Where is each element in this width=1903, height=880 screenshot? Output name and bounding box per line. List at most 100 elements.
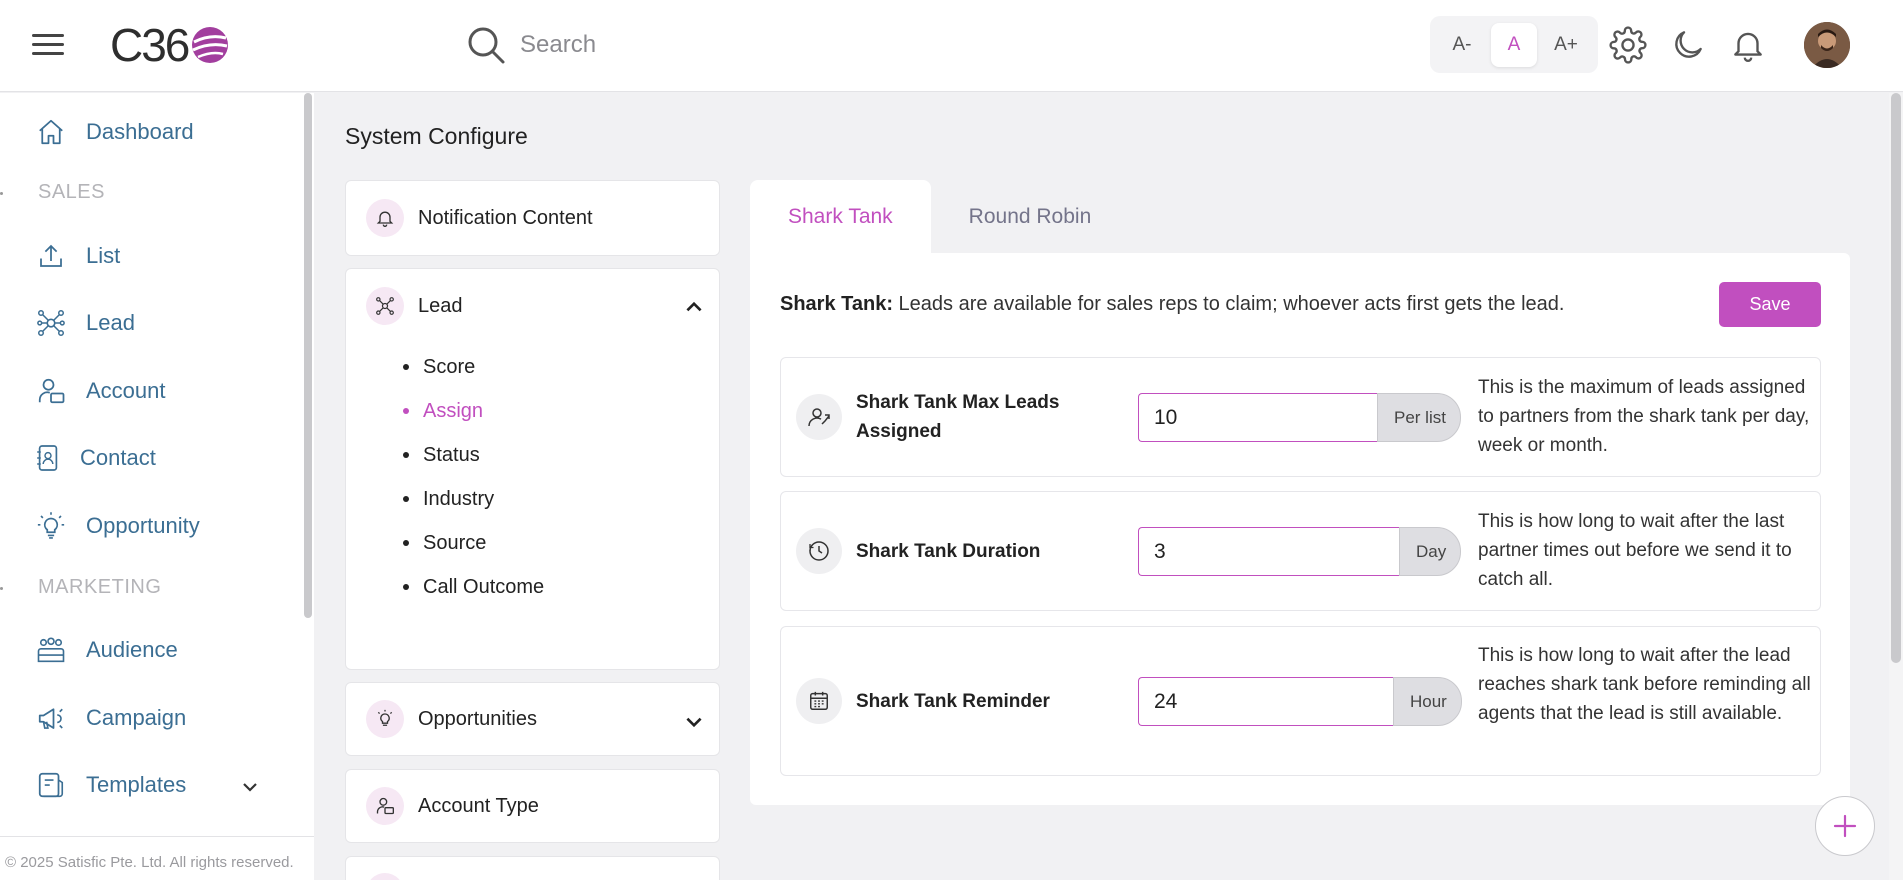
save-button[interactable]: Save <box>1719 282 1821 327</box>
network-icon <box>366 287 404 325</box>
footer-copyright: © 2025 Satisfic Pte. Ltd. All rights res… <box>0 836 314 880</box>
sidebar-item-label: Contact <box>80 445 156 470</box>
sidebar-item-label: Opportunity <box>86 513 200 538</box>
upload-icon <box>36 241 66 271</box>
setting-input-group: Per list <box>1138 393 1461 442</box>
tab-shark-tank[interactable]: Shark Tank <box>750 180 931 254</box>
scrollbar-thumb[interactable] <box>1891 93 1901 663</box>
sidebar-item-dashboard[interactable]: Dashboard <box>36 112 194 152</box>
lead-subitem-status[interactable]: Status <box>403 433 719 477</box>
user-card-icon <box>36 376 66 406</box>
lead-subitem-assign[interactable]: Assign <box>403 389 719 433</box>
moon-icon[interactable] <box>1669 26 1707 64</box>
config-label: Account Type <box>418 794 539 817</box>
template-icon <box>36 770 66 800</box>
unit-label: Day <box>1399 527 1462 576</box>
sidebar-item-label: Campaign <box>86 705 187 730</box>
shark-tank-panel: Shark Tank: Leads are available for sale… <box>750 253 1850 805</box>
chevron-down-icon[interactable] <box>683 711 705 733</box>
sidebar-item-label: Lead <box>86 310 135 335</box>
lead-subitem-source[interactable]: Source <box>403 521 719 565</box>
lead-subitem-score[interactable]: Score <box>403 345 719 389</box>
page-title: System Configure <box>345 123 528 149</box>
chevron-up-icon[interactable] <box>683 296 705 318</box>
font-default-button[interactable]: A <box>1491 22 1537 67</box>
setting-label: Shark Tank Reminder <box>856 691 1050 712</box>
config-lead-header[interactable]: Lead <box>346 269 719 343</box>
config-lead: Lead Score Assign Status Industry Source… <box>345 268 720 670</box>
description-text: Leads are available for sales reps to cl… <box>893 293 1565 315</box>
font-size-switcher: A- A A+ <box>1430 16 1598 73</box>
sidebar-item-campaign[interactable]: Campaign <box>36 698 186 738</box>
lead-submenu: Score Assign Status Industry Source Call… <box>346 343 719 609</box>
section-marketing: MARKETING <box>38 576 162 598</box>
chevron-down-icon[interactable] <box>240 777 260 797</box>
setting-input-group: Day <box>1138 527 1462 576</box>
description-title: Shark Tank: <box>780 293 893 315</box>
section-dot <box>0 587 3 590</box>
bell-icon[interactable] <box>1729 26 1767 64</box>
add-button[interactable] <box>1815 796 1875 856</box>
setting-label: Shark Tank Duration <box>856 541 1041 562</box>
sidebar-item-label: Templates <box>86 772 187 797</box>
config-label: Notification Content <box>418 206 593 229</box>
sidebar-item-lead[interactable]: Lead <box>36 303 135 343</box>
user-assign-icon <box>796 394 842 440</box>
user-card-icon <box>366 787 404 825</box>
config-item-icon <box>366 873 404 880</box>
logo-ball-icon <box>190 25 230 65</box>
lead-subitem-industry[interactable]: Industry <box>403 477 719 521</box>
section-dot <box>0 192 3 195</box>
contact-book-icon <box>36 443 60 473</box>
calendar-icon <box>796 678 842 724</box>
menu-icon[interactable] <box>30 30 66 60</box>
sidebar-item-templates[interactable]: Templates <box>36 765 266 805</box>
clock-icon <box>796 528 842 574</box>
home-icon <box>36 117 66 147</box>
max-leads-input[interactable] <box>1138 393 1377 442</box>
setting-reminder: Shark Tank Reminder Hour This is how lon… <box>780 626 1821 776</box>
sidebar-item-opportunity[interactable]: Opportunity <box>36 506 200 546</box>
duration-input[interactable] <box>1138 527 1399 576</box>
setting-help-text: This is how long to wait after the last … <box>1478 511 1792 590</box>
search-bar[interactable] <box>466 22 880 68</box>
unit-label: Hour <box>1393 677 1462 726</box>
setting-duration: Shark Tank Duration Day This is how long… <box>780 491 1821 611</box>
plus-icon <box>1832 813 1858 839</box>
panel-description: Shark Tank: Leads are available for sale… <box>780 293 1564 316</box>
font-increase-button[interactable]: A+ <box>1543 23 1589 67</box>
logo-text: C36 <box>110 19 190 71</box>
sidebar-item-list[interactable]: List <box>36 236 120 276</box>
setting-input-group: Hour <box>1138 677 1462 726</box>
sidebar-item-account[interactable]: Account <box>36 371 166 411</box>
reminder-input[interactable] <box>1138 677 1393 726</box>
megaphone-icon <box>36 703 66 733</box>
app-logo[interactable]: C36 <box>110 19 230 71</box>
sidebar-scrollbar[interactable] <box>304 93 312 618</box>
search-icon[interactable] <box>466 25 506 65</box>
unit-label: Per list <box>1377 393 1461 442</box>
sidebar: Dashboard SALES List Lead Account Contac… <box>0 93 314 880</box>
network-icon <box>36 308 66 338</box>
font-decrease-button[interactable]: A- <box>1439 23 1485 67</box>
search-input[interactable] <box>520 31 880 59</box>
tab-round-robin[interactable]: Round Robin <box>931 180 1130 254</box>
config-label: Lead <box>418 294 463 317</box>
sidebar-item-label: Account <box>86 378 166 403</box>
sidebar-item-label: List <box>86 243 121 268</box>
sidebar-item-contact[interactable]: Contact <box>36 438 156 478</box>
config-next-item[interactable] <box>345 856 720 880</box>
setting-label: Shark Tank Max Leads Assigned <box>856 392 1060 442</box>
config-tabs: Shark Tank Round Robin <box>750 180 1129 254</box>
config-label: Opportunities <box>418 707 537 730</box>
main-scrollbar[interactable] <box>1889 93 1903 880</box>
sidebar-item-audience[interactable]: Audience <box>36 630 178 670</box>
sidebar-item-label: Audience <box>86 637 178 662</box>
lead-subitem-call-outcome[interactable]: Call Outcome <box>403 565 719 609</box>
config-notification-content[interactable]: Notification Content <box>345 180 720 256</box>
config-opportunities[interactable]: Opportunities <box>345 682 720 756</box>
avatar[interactable] <box>1804 22 1850 68</box>
setting-help-text: This is the maximum of leads assigned to… <box>1478 377 1810 456</box>
config-account-type[interactable]: Account Type <box>345 769 720 843</box>
gear-icon[interactable] <box>1609 26 1647 64</box>
